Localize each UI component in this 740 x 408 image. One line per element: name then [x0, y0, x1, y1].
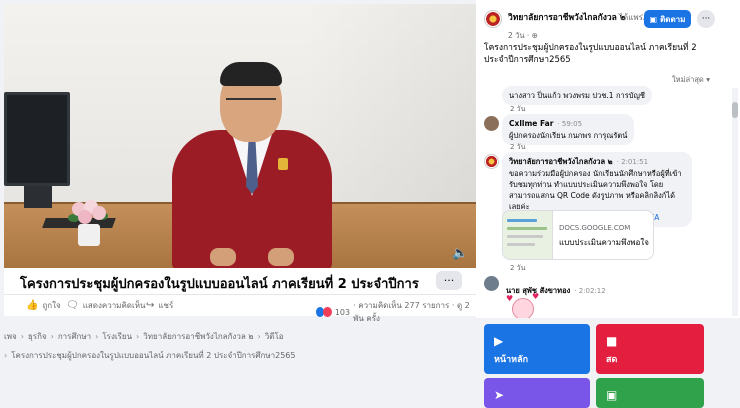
follow-button[interactable]: ▣ ติดตาม — [644, 10, 691, 28]
send-icon: ➤ — [494, 388, 505, 402]
tile-send[interactable]: ➤ — [484, 378, 590, 408]
comment-sort-dropdown[interactable]: ใหม่ล่าสุด ▾ — [672, 74, 710, 86]
thumbs-up-icon: 👍 — [26, 300, 39, 311]
comment-timestamp[interactable]: · 2:02:12 — [574, 287, 605, 295]
breadcrumb: เพจ › ธุรกิจ › การศึกษา › โรงเรียน › วิทยาลั… — [4, 330, 296, 360]
link-domain: DOCS.GOOGLE.COM — [559, 224, 631, 232]
like-button[interactable]: 👍 ถูกใจ — [26, 299, 61, 312]
breadcrumb-item[interactable]: วิดีโอ — [265, 330, 284, 343]
video-flowers — [62, 200, 114, 246]
comment-text: นางสาว ปิ่นแก้ว พวงพรม ปวช.1 การบัญชี — [509, 91, 645, 100]
share-button[interactable]: ↪ แชร์ — [146, 299, 173, 312]
volume-icon[interactable]: 🔈 — [452, 246, 468, 262]
video-camera-icon: ■ — [606, 334, 618, 348]
avatar[interactable] — [484, 116, 499, 131]
sticker-image: ♥ ♥ — [506, 292, 540, 318]
avatar[interactable] — [484, 276, 499, 291]
breadcrumb-item[interactable]: การศึกษา — [58, 330, 91, 343]
video-column: 🔈 โครงการประชุมผู้ปกครองในรูปแบบออนไลน์ … — [0, 0, 476, 408]
post-panel: วิทยาลัยการอาชีพวังไกลกังวล ๒ ได้แพร่ภาพ… — [476, 0, 740, 318]
love-reaction-icon — [323, 307, 332, 317]
video-player[interactable]: 🔈 — [4, 4, 476, 268]
more-options-button[interactable]: ··· — [436, 271, 462, 290]
reaction-count: 103 — [334, 307, 351, 317]
comment-scrollbar[interactable] — [732, 88, 738, 316]
tile-live[interactable]: ■ สด — [596, 324, 704, 374]
post-options-button[interactable]: ··· — [697, 10, 715, 28]
comment-timestamp[interactable]: · 59:05 — [557, 120, 582, 128]
post-text: โครงการประชุมผู้ปกครองในรูปแบบออนไลน์ ภา… — [484, 43, 697, 65]
comment-bubble: นางสาว ปิ่นแก้ว พวงพรม ปวช.1 การบัญชี — [502, 86, 652, 105]
page: 🔈 โครงการประชุมผู้ปกครองในรูปแบบออนไลน์ … — [0, 0, 740, 408]
tile-saved[interactable]: ▣ — [596, 378, 704, 408]
comment-bubble: Cxllme Far · 59:05 ผู้ปกครองนักเรียน กนกพ… — [502, 114, 635, 145]
home-icon: ▶ — [494, 334, 504, 348]
post-time[interactable]: 2 วัน · ⊕ — [508, 30, 538, 42]
comment-timestamp[interactable]: · 2:01:51 — [617, 158, 648, 166]
avatar[interactable] — [484, 154, 499, 169]
comment-meta[interactable]: 2 วัน — [510, 263, 525, 274]
page-name[interactable]: วิทยาลัยการอาชีพวังไกลกังวล ๒ — [508, 10, 625, 24]
comment-author[interactable]: วิทยาลัยการอาชีพวังไกลกังวล ๒ — [509, 157, 613, 166]
link-title: แบบประเมินความพึงพอใจ — [559, 238, 649, 247]
page-avatar[interactable] — [484, 10, 502, 28]
video-title-bar: โครงการประชุมผู้ปกครองในรูปแบบออนไลน์ ภา… — [4, 268, 476, 313]
follow-icon: ▣ — [649, 14, 658, 24]
post-stats: · ความคิดเห็น 277 รายการ · ดู 2 พัน ครั้… — [353, 301, 470, 323]
breadcrumb-item[interactable]: ธุรกิจ — [28, 330, 47, 343]
action-bar: 👍 ถูกใจ 🗨 แสดงความคิดเห็น ↪ แชร์ 103 · ค… — [4, 294, 476, 323]
breadcrumb-item[interactable]: โรงเรียน — [102, 330, 132, 343]
shortcut-tiles: ▶ หน้าหลัก ■ สด ➤ ▣ — [476, 318, 740, 408]
comment-icon: 🗨 — [66, 300, 79, 311]
comment-button[interactable]: 🗨 แสดงความคิดเห็น — [66, 299, 145, 312]
tile-home[interactable]: ▶ หน้าหลัก — [484, 324, 590, 374]
comment-list: นางสาว ปิ่นแก้ว พวงพรม ปวช.1 การบัญชี 2 … — [476, 86, 740, 318]
video-monitor — [4, 92, 70, 186]
breadcrumb-current: โครงการประชุมผู้ปกครองในรูปแบบออนไลน์ ภา… — [11, 351, 296, 360]
reaction-summary[interactable]: 103 · ความคิดเห็น 277 รายการ · ดู 2 พัน … — [316, 299, 476, 325]
comment-text: ผู้ปกครองนักเรียน กนกพร การุณรัตน์ — [509, 131, 628, 140]
post-header: วิทยาลัยการอาชีพวังไกลกังวล ๒ ได้แพร่ภาพ… — [476, 0, 740, 40]
share-icon: ↪ — [146, 300, 155, 311]
comment-text: ขอความร่วมมือผู้ปกครอง นักเรียนนักศึกษาห… — [509, 169, 682, 211]
breadcrumb-item[interactable]: วิทยาลัยการอาชีพวังไกลกังวล ๒ — [143, 330, 253, 343]
bookmark-icon: ▣ — [606, 388, 618, 402]
video-speaker — [172, 60, 332, 268]
comment-author[interactable]: Cxllme Far — [509, 119, 553, 128]
link-thumbnail — [503, 211, 553, 259]
breadcrumb-item[interactable]: เพจ — [4, 330, 17, 343]
link-preview-card[interactable]: DOCS.GOOGLE.COM แบบประเมินความพึงพอใจ — [502, 210, 654, 260]
